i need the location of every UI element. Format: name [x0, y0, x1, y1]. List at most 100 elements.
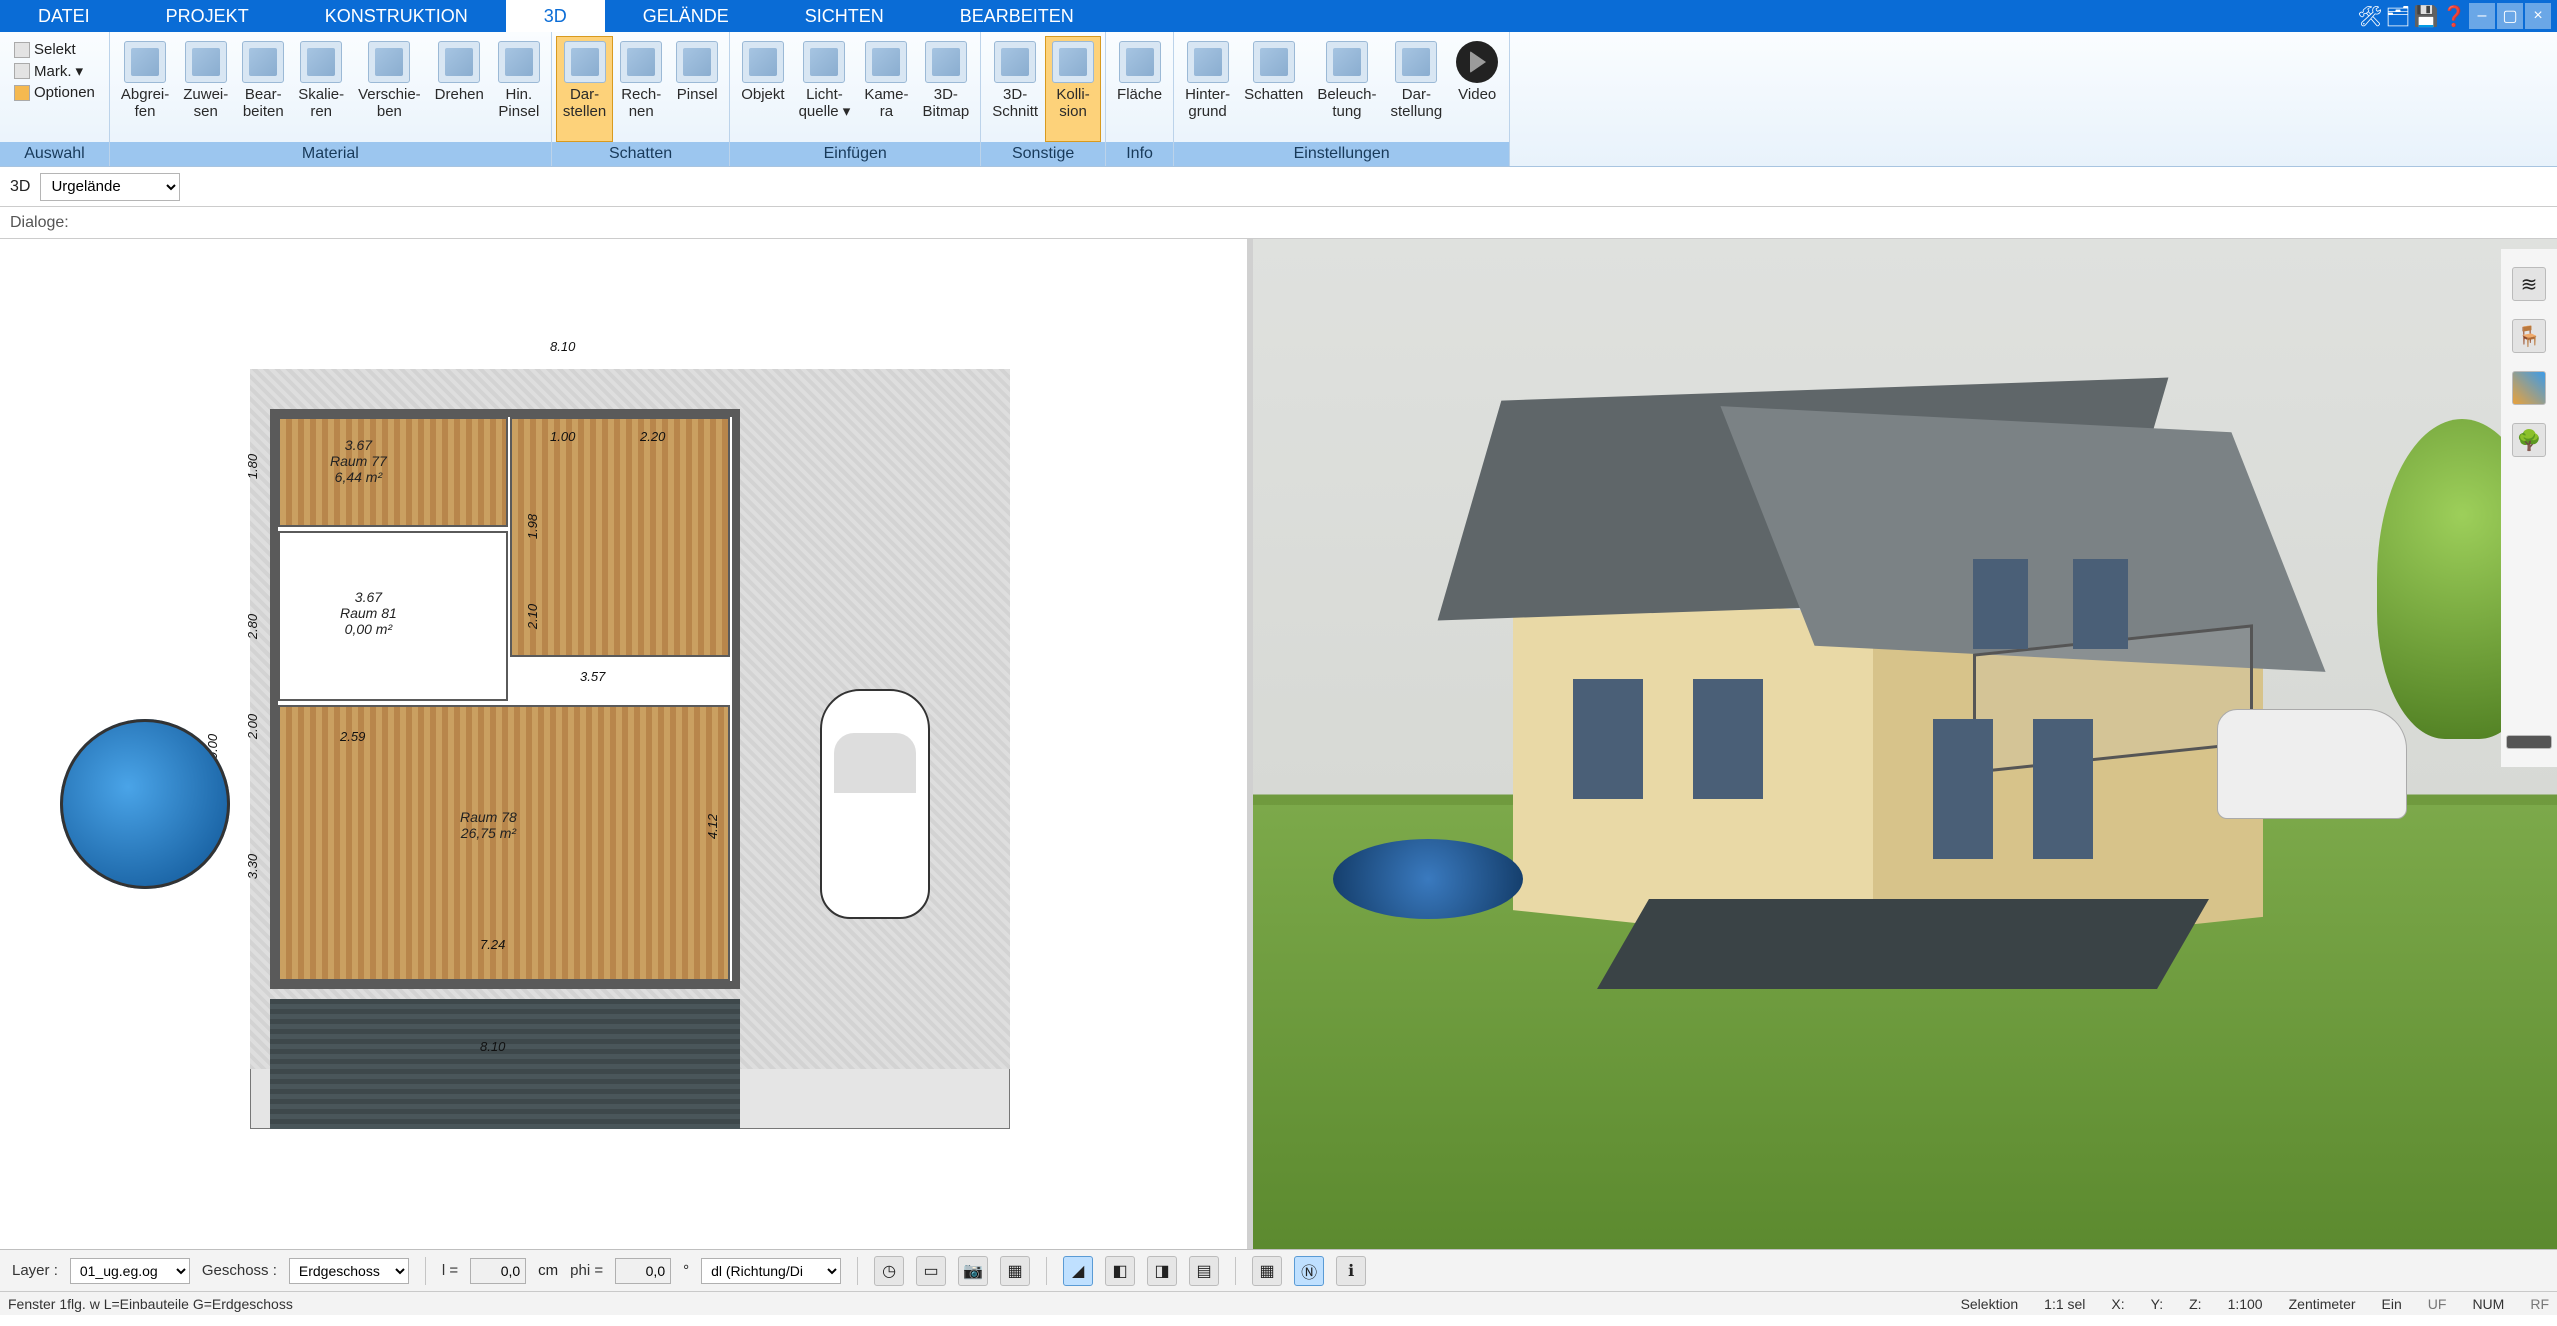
mark-icon: [14, 63, 30, 79]
ribbon-button-label: Verschie- ben: [358, 87, 421, 120]
flaeche-icon: [1119, 41, 1161, 83]
ribbon-objekt-button[interactable]: Objekt: [734, 36, 791, 142]
dim-label: 1.00: [550, 429, 575, 444]
menu-tab-projekt[interactable]: PROJEKT: [128, 0, 287, 32]
dim-label: 1.98: [525, 514, 540, 539]
window-minimize-button[interactable]: –: [2469, 3, 2495, 29]
ribbon-zuweisen-button[interactable]: Zuwei- sen: [176, 36, 235, 142]
save-icon[interactable]: 💾: [2413, 3, 2439, 29]
grid-icon[interactable]: ▦: [1252, 1256, 1282, 1286]
ribbon-3dbitmap-button[interactable]: 3D- Bitmap: [916, 36, 977, 142]
status-scale: 1:100: [2228, 1296, 2263, 1312]
camera-icon[interactable]: 📷: [958, 1256, 988, 1286]
dim-label: 1.80: [245, 454, 260, 479]
ribbon-verschieben-button[interactable]: Verschie- ben: [351, 36, 428, 142]
ribbon-hinpinsel-button[interactable]: Hin. Pinsel: [491, 36, 547, 142]
ribbon-button-label: Kame- ra: [864, 87, 908, 120]
menu-tab-konstruktion[interactable]: KONSTRUKTION: [287, 0, 506, 32]
selekt-button[interactable]: Selekt: [10, 40, 99, 59]
ribbon-hintergrund-button[interactable]: Hinter- grund: [1178, 36, 1237, 142]
phi-label: phi =: [570, 1262, 603, 1279]
layer-select[interactable]: 01_ug.eg.og: [70, 1258, 190, 1284]
plants-icon[interactable]: 🌳: [2512, 423, 2546, 457]
ribbon-button-label: 3D- Schnitt: [992, 87, 1038, 120]
north-icon[interactable]: Ⓝ: [1294, 1256, 1324, 1286]
view-mode-4-icon[interactable]: ▤: [1189, 1256, 1219, 1286]
cube-icon[interactable]: ▦: [1000, 1256, 1030, 1286]
info-icon[interactable]: ℹ: [1336, 1256, 1366, 1286]
patio: [1597, 899, 2209, 989]
side-toolbar-handle[interactable]: [2506, 735, 2552, 749]
ribbon-skalieren-button[interactable]: Skalie- ren: [291, 36, 351, 142]
clock-icon[interactable]: ◷: [874, 1256, 904, 1286]
ribbon-rechnen-button[interactable]: Rech- nen: [613, 36, 669, 142]
layers-icon[interactable]: ≋: [2512, 267, 2546, 301]
ribbon-video-button[interactable]: Video: [1449, 36, 1505, 142]
dim-label: 8.10: [480, 1039, 505, 1054]
menu-tab-3d[interactable]: 3D: [506, 0, 605, 32]
snap-select[interactable]: dl (Richtung/Di: [701, 1258, 841, 1284]
ribbon-3dschnitt-button[interactable]: 3D- Schnitt: [985, 36, 1045, 142]
ribbon-lichtquelle-button[interactable]: Licht- quelle ▾: [792, 36, 858, 142]
ribbon-drehen-button[interactable]: Drehen: [428, 36, 491, 142]
ribbon-flaeche-button[interactable]: Fläche: [1110, 36, 1169, 142]
ribbon-pinsel-button[interactable]: Pinsel: [669, 36, 725, 142]
length-input[interactable]: [470, 1258, 526, 1284]
ribbon-darstellung-button[interactable]: Dar- stellung: [1384, 36, 1450, 142]
objekt-icon: [742, 41, 784, 83]
furniture-icon[interactable]: 🪑: [2512, 319, 2546, 353]
dim-label: 3.57: [580, 669, 605, 684]
workspace: 8.10 9.00 3.67 Raum 77 6,44 m² 3.67 Raum…: [0, 239, 2557, 1249]
room-label: 3.67 Raum 77 6,44 m²: [330, 437, 387, 485]
ribbon-group-title: Auswahl: [0, 142, 109, 166]
help-icon[interactable]: ❓: [2441, 3, 2467, 29]
menu-tab-sichten[interactable]: SICHTEN: [767, 0, 922, 32]
kollision-icon: [1052, 41, 1094, 83]
optionen-button[interactable]: Optionen: [10, 83, 99, 102]
abgreifen-icon: [124, 41, 166, 83]
view-mode-3-icon[interactable]: ◨: [1147, 1256, 1177, 1286]
ribbon-button-label: Skalie- ren: [298, 87, 344, 120]
pane-3d-view[interactable]: ≋ 🪑 🌳: [1253, 239, 2557, 1249]
3dbitmap-icon: [925, 41, 967, 83]
materials-icon[interactable]: [2512, 371, 2546, 405]
ribbon-bearbeiten-button[interactable]: Bear- beiten: [235, 36, 291, 142]
window-close-button[interactable]: ×: [2525, 3, 2551, 29]
menu-tab-bearbeiten[interactable]: BEARBEITEN: [922, 0, 1112, 32]
status-y: Y:: [2151, 1296, 2163, 1312]
mark-button[interactable]: Mark. ▾: [10, 61, 99, 81]
ribbon-abgreifen-button[interactable]: Abgrei- fen: [114, 36, 176, 142]
context-layer-select[interactable]: Urgelände: [40, 173, 180, 201]
ribbon-schatteneinst-button[interactable]: Schatten: [1237, 36, 1310, 142]
hintergrund-icon: [1187, 41, 1229, 83]
ribbon-button-label: 3D- Bitmap: [923, 87, 970, 120]
pane-2d-plan[interactable]: 8.10 9.00 3.67 Raum 77 6,44 m² 3.67 Raum…: [0, 239, 1253, 1249]
view-mode-2-icon[interactable]: ◧: [1105, 1256, 1135, 1286]
window-restore-button[interactable]: ▢: [2497, 3, 2523, 29]
phi-unit: °: [683, 1262, 689, 1279]
ribbon-group-title: Schatten: [552, 142, 729, 166]
ribbon-kamera-button[interactable]: Kame- ra: [857, 36, 915, 142]
ribbon-darstellen-button[interactable]: Dar- stellen: [556, 36, 613, 142]
ribbon-button-label: Zuwei- sen: [183, 87, 228, 120]
package-icon[interactable]: 🗂: [2385, 3, 2411, 29]
screen-icon[interactable]: ▭: [916, 1256, 946, 1286]
ribbon-beleuchtung-button[interactable]: Beleuch- tung: [1310, 36, 1383, 142]
plan-room-stairs[interactable]: [510, 417, 730, 657]
phi-input[interactable]: [615, 1258, 671, 1284]
ribbon-kollision-button[interactable]: Kolli- sion: [1045, 36, 1101, 142]
ribbon-button-label: Objekt: [741, 87, 784, 104]
dim-label: 2.10: [525, 604, 540, 629]
dim-label: 2.00: [245, 714, 260, 739]
ribbon-button-label: Hin. Pinsel: [498, 87, 539, 120]
geschoss-select[interactable]: Erdgeschoss: [289, 1258, 409, 1284]
schatteneinst-icon: [1253, 41, 1295, 83]
door-3d: [1933, 719, 1993, 859]
menu-tab-datei[interactable]: DATEI: [0, 0, 128, 32]
tools-icon[interactable]: 🛠: [2357, 3, 2383, 29]
bottom-toolbar: Layer : 01_ug.eg.og Geschoss : Erdgescho…: [0, 1249, 2557, 1291]
view-mode-1-icon[interactable]: ◢: [1063, 1256, 1093, 1286]
plan-room-77[interactable]: [278, 417, 508, 527]
menu-tab-gelaende[interactable]: GELÄNDE: [605, 0, 767, 32]
ribbon-button-label: Pinsel: [677, 87, 718, 104]
